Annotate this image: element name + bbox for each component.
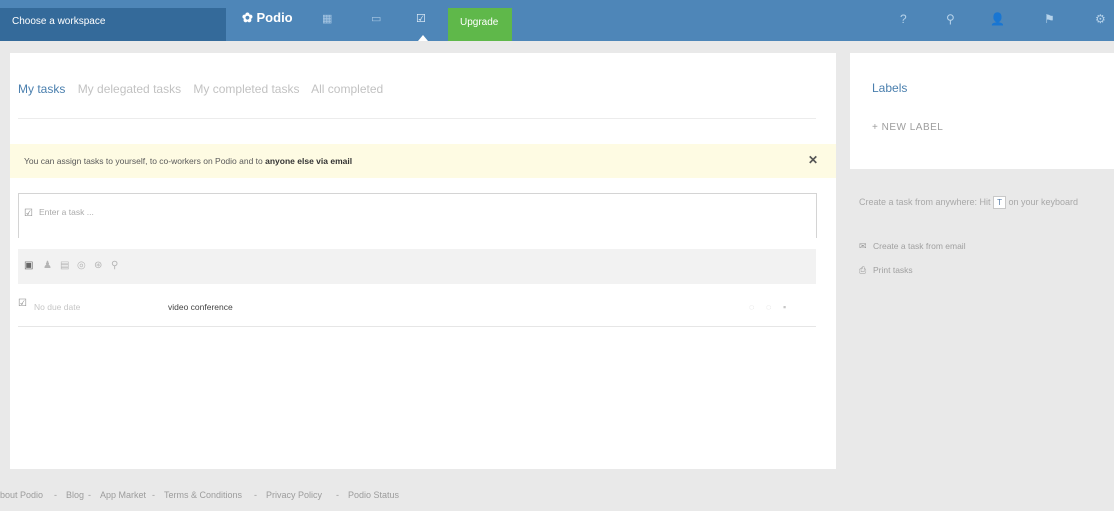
podio-logo-text: Podio	[256, 10, 293, 25]
notifications-icon[interactable]: ⚑	[1044, 12, 1055, 26]
footer-link-blog[interactable]: Blog	[66, 490, 84, 500]
keyboard-hint: Create a task from anywhere: Hit T on yo…	[859, 194, 1099, 210]
footer-separator: -	[336, 490, 339, 500]
print-tasks-link[interactable]: Print tasks	[873, 265, 913, 275]
labels-title: Labels	[872, 81, 908, 95]
task-tabs: My tasks My delegated tasks My completed…	[18, 82, 392, 96]
upgrade-button[interactable]: Upgrade	[448, 8, 512, 41]
tasks-icon[interactable]: ☑	[416, 12, 426, 26]
new-task-input[interactable]	[37, 206, 541, 218]
workspace-grid-icon[interactable]: ▦	[322, 12, 332, 26]
delete-icon[interactable]: ▪	[783, 302, 786, 312]
comment-icon[interactable]: ◌	[766, 302, 771, 312]
upgrade-button-label: Upgrade	[460, 17, 499, 28]
search-icon[interactable]: ⚲	[946, 12, 955, 26]
print-icon: ⎙	[859, 265, 867, 275]
footer-link-app-market[interactable]: App Market	[100, 490, 146, 500]
task-due-date: No due date	[34, 302, 81, 312]
reference-icon[interactable]: ▤	[60, 260, 69, 271]
active-nav-caret	[418, 35, 428, 41]
footer-separator: -	[88, 490, 91, 500]
tasks-panel: My tasks My delegated tasks My completed…	[10, 53, 836, 469]
due-date-icon[interactable]: ▣	[24, 260, 33, 271]
shortcut-key: T	[993, 196, 1006, 209]
create-task-from-email-link[interactable]: Create a task from email	[873, 241, 966, 251]
tab-my-delegated-tasks[interactable]: My delegated tasks	[78, 82, 181, 96]
tab-my-completed-tasks[interactable]: My completed tasks	[193, 82, 299, 96]
tabs-divider	[18, 118, 816, 119]
top-navigation-bar: Choose a workspace ✿ Podio ▦ ▭ ☑ Upgrade…	[0, 0, 1114, 41]
email-icon: ✉	[859, 241, 867, 251]
help-icon[interactable]: ?	[900, 12, 907, 26]
footer-separator: -	[54, 490, 57, 500]
workspace-switcher-label: Choose a workspace	[12, 16, 106, 27]
info-notice: You can assign tasks to yourself, to co-…	[10, 144, 836, 178]
notice-text: You can assign tasks to yourself, to co-…	[24, 156, 263, 166]
footer-separator: -	[254, 490, 257, 500]
tab-my-tasks[interactable]: My tasks	[18, 82, 65, 96]
task-row-divider	[18, 326, 816, 327]
labels-panel: Labels + NEW LABEL	[850, 53, 1114, 169]
new-label-link[interactable]: + NEW LABEL	[872, 122, 943, 133]
assignee-icon[interactable]: ♟	[43, 260, 52, 271]
footer-link-terms[interactable]: Terms & Conditions	[164, 490, 242, 500]
new-task-box: ☑	[18, 193, 817, 238]
info-notice-text: You can assign tasks to yourself, to co-…	[24, 156, 352, 166]
checkbox-icon: ☑	[24, 208, 33, 219]
task-title[interactable]: video conference	[168, 302, 233, 312]
repeat-icon[interactable]: ⊛	[94, 260, 102, 271]
label-icon[interactable]: ⚲	[111, 260, 118, 271]
footer-link-privacy[interactable]: Privacy Policy	[266, 490, 322, 500]
user-icon[interactable]: 👤	[990, 12, 1005, 26]
footer-link-about[interactable]: bout Podio	[0, 490, 43, 500]
task-row[interactable]: ☑ No due date video conference ◌ ◌ ▪	[18, 296, 816, 326]
task-checkbox[interactable]: ☑	[18, 298, 27, 309]
keyboard-hint-text: Create a task from anywhere: Hit	[859, 197, 991, 207]
calendar-icon[interactable]: ▭	[371, 12, 381, 26]
reminder-icon[interactable]: ◎	[77, 260, 86, 271]
tab-all-completed[interactable]: All completed	[311, 82, 383, 96]
footer-separator: -	[152, 490, 155, 500]
notice-bold-text: anyone else via email	[265, 156, 353, 166]
task-options-toolbar: ▣ ♟ ▤ ◎ ⊛ ⚲	[18, 249, 816, 284]
reminder-icon[interactable]: ◌	[749, 302, 754, 312]
footer: bout Podio - Blog - App Market - Terms &…	[0, 490, 600, 506]
footer-link-status[interactable]: Podio Status	[348, 490, 399, 500]
podio-logo[interactable]: ✿ Podio	[242, 10, 293, 26]
close-icon[interactable]: ✕	[808, 153, 818, 167]
settings-icon[interactable]: ⚙	[1095, 12, 1106, 26]
workspace-switcher[interactable]: Choose a workspace	[0, 8, 226, 41]
keyboard-hint-text-end: on your keyboard	[1008, 197, 1079, 207]
